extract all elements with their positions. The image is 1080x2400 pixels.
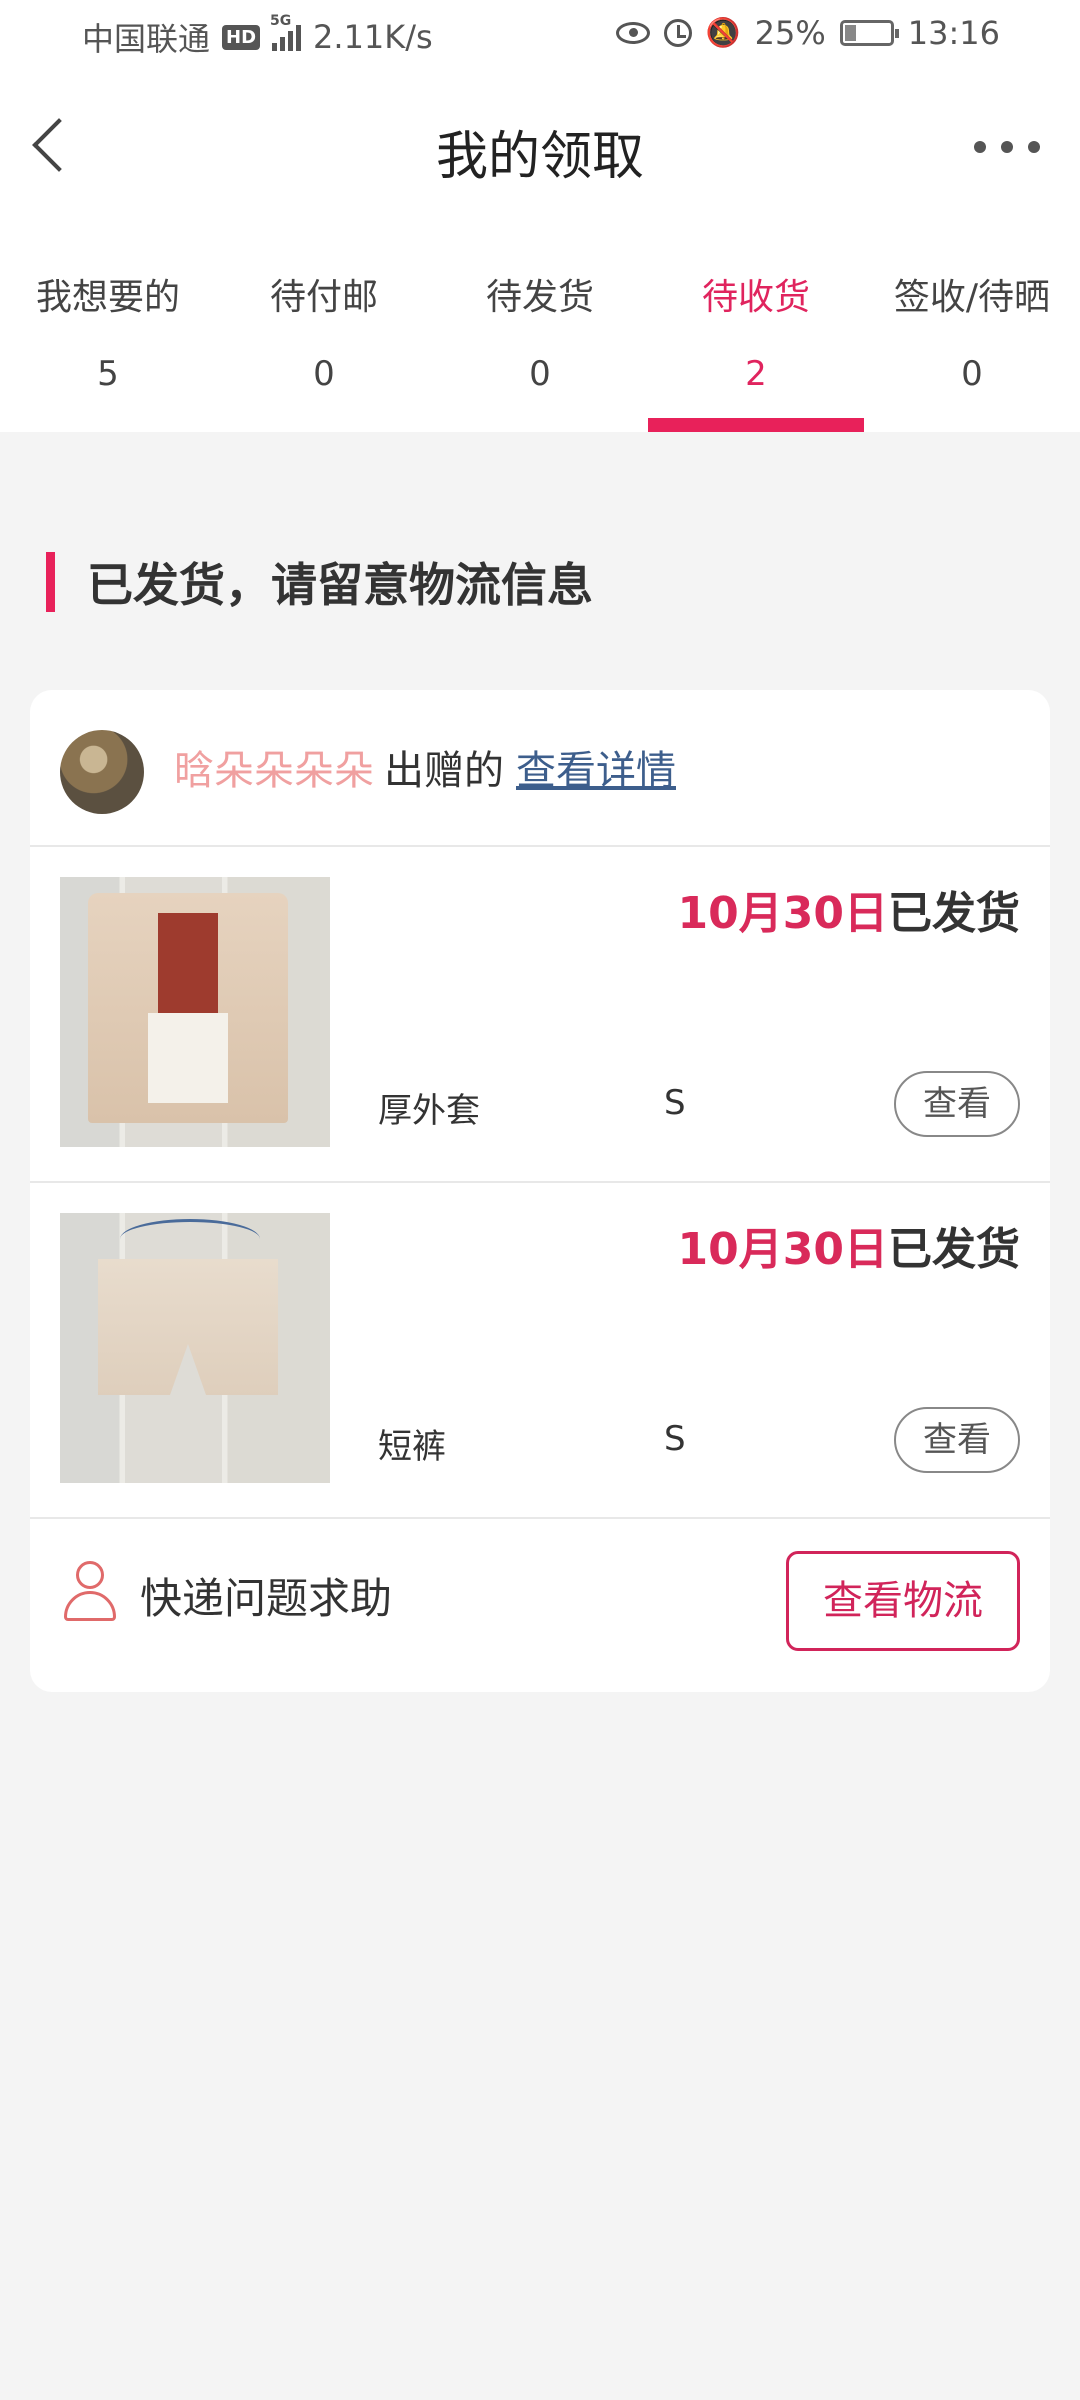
tab-count: 0 [529, 354, 551, 394]
tab-label: 待收货 [701, 277, 810, 318]
battery-icon [839, 20, 899, 46]
tab-count: 0 [961, 354, 983, 394]
giver-row: 晗朵朵朵朵 出赠的 查看详情 [30, 690, 1050, 847]
tab-bar: 我想要的 5 待付邮 0 待发货 0 待收货 2 签收/待晒 0 [0, 250, 1080, 432]
network-type: 5G [270, 13, 292, 29]
item-name: 短裤 [378, 1427, 446, 1467]
clock-time: 13:16 [907, 14, 1000, 52]
status-right: 🔕 25% 13:16 [615, 14, 1000, 52]
more-icon[interactable] [974, 132, 1040, 162]
eye-icon [615, 22, 650, 44]
giver-info: 晗朵朵朵朵 出赠的 查看详情 [174, 738, 676, 796]
page-title: 我的领取 [435, 127, 644, 187]
help-row: 快递问题求助 查看物流 [30, 1519, 1050, 1692]
tab-pending-shipment[interactable]: 待发货 0 [432, 250, 648, 432]
list-item[interactable]: 10月30日已发货 短裤 S 查看 [30, 1183, 1050, 1519]
item-size: S [664, 1083, 686, 1123]
ship-date: 10月30日 [677, 1224, 888, 1275]
tab-count: 0 [313, 354, 335, 394]
view-logistics-button[interactable]: 查看物流 [786, 1551, 1020, 1651]
hd-icon: HD [222, 24, 261, 50]
signal-icon: 5G [270, 13, 302, 51]
tab-label: 签收/待晒 [893, 277, 1051, 318]
section-title: 已发货，请留意物流信息 [87, 558, 593, 612]
tab-count: 2 [745, 354, 767, 394]
ship-status-text: 已发货 [888, 888, 1020, 939]
shipping-status: 10月30日已发货 [678, 1213, 1020, 1277]
product-image-shorts[interactable] [60, 1213, 330, 1483]
giver-suffix: 出赠的 [384, 748, 504, 794]
tab-label: 我想要的 [35, 277, 180, 318]
alarm-icon [663, 19, 692, 47]
order-card: 晗朵朵朵朵 出赠的 查看详情 10月30日已发货 厚外套 S 查看 10月30日已发… [30, 690, 1050, 1692]
product-image-coat[interactable] [60, 877, 330, 1147]
view-button[interactable]: 查看 [894, 1071, 1020, 1137]
shipping-status: 10月30日已发货 [678, 877, 1020, 941]
status-left: 中国联通 HD 5G 2.11K/s [82, 13, 433, 60]
user-icon[interactable] [64, 1561, 116, 1621]
bell-off-icon: 🔕 [705, 16, 741, 49]
top-area: 中国联通 HD 5G 2.11K/s 🔕 25% 13:16 我的领取 我想要的… [0, 0, 1080, 432]
ship-status-text: 已发货 [888, 1224, 1020, 1275]
tab-pending-postage[interactable]: 待付邮 0 [216, 250, 432, 432]
network-speed: 2.11K/s [313, 18, 433, 56]
section-heading: 已发货，请留意物流信息 [46, 552, 593, 612]
item-size: S [664, 1419, 686, 1459]
view-button[interactable]: 查看 [894, 1407, 1020, 1473]
tab-wanted[interactable]: 我想要的 5 [0, 250, 216, 432]
item-name: 厚外套 [378, 1091, 480, 1131]
tab-pending-receipt[interactable]: 待收货 2 [648, 250, 864, 432]
avatar[interactable] [60, 730, 144, 814]
courier-help-link[interactable]: 快递问题求助 [140, 1565, 392, 1626]
battery-percent: 25% [754, 14, 826, 52]
active-tab-indicator [648, 418, 864, 432]
tab-count: 5 [97, 354, 119, 394]
header: 我的领取 [0, 72, 1080, 220]
tab-label: 待付邮 [269, 277, 378, 318]
status-bar: 中国联通 HD 5G 2.11K/s 🔕 25% 13:16 [0, 0, 1080, 72]
section-accent-bar [46, 552, 55, 612]
tab-received[interactable]: 签收/待晒 0 [864, 250, 1080, 432]
tab-label: 待发货 [485, 277, 594, 318]
ship-date: 10月30日 [677, 888, 888, 939]
list-item[interactable]: 10月30日已发货 厚外套 S 查看 [30, 847, 1050, 1183]
giver-name[interactable]: 晗朵朵朵朵 [174, 748, 374, 794]
carrier-label: 中国联通 [82, 20, 211, 58]
view-details-link[interactable]: 查看详情 [516, 748, 676, 794]
